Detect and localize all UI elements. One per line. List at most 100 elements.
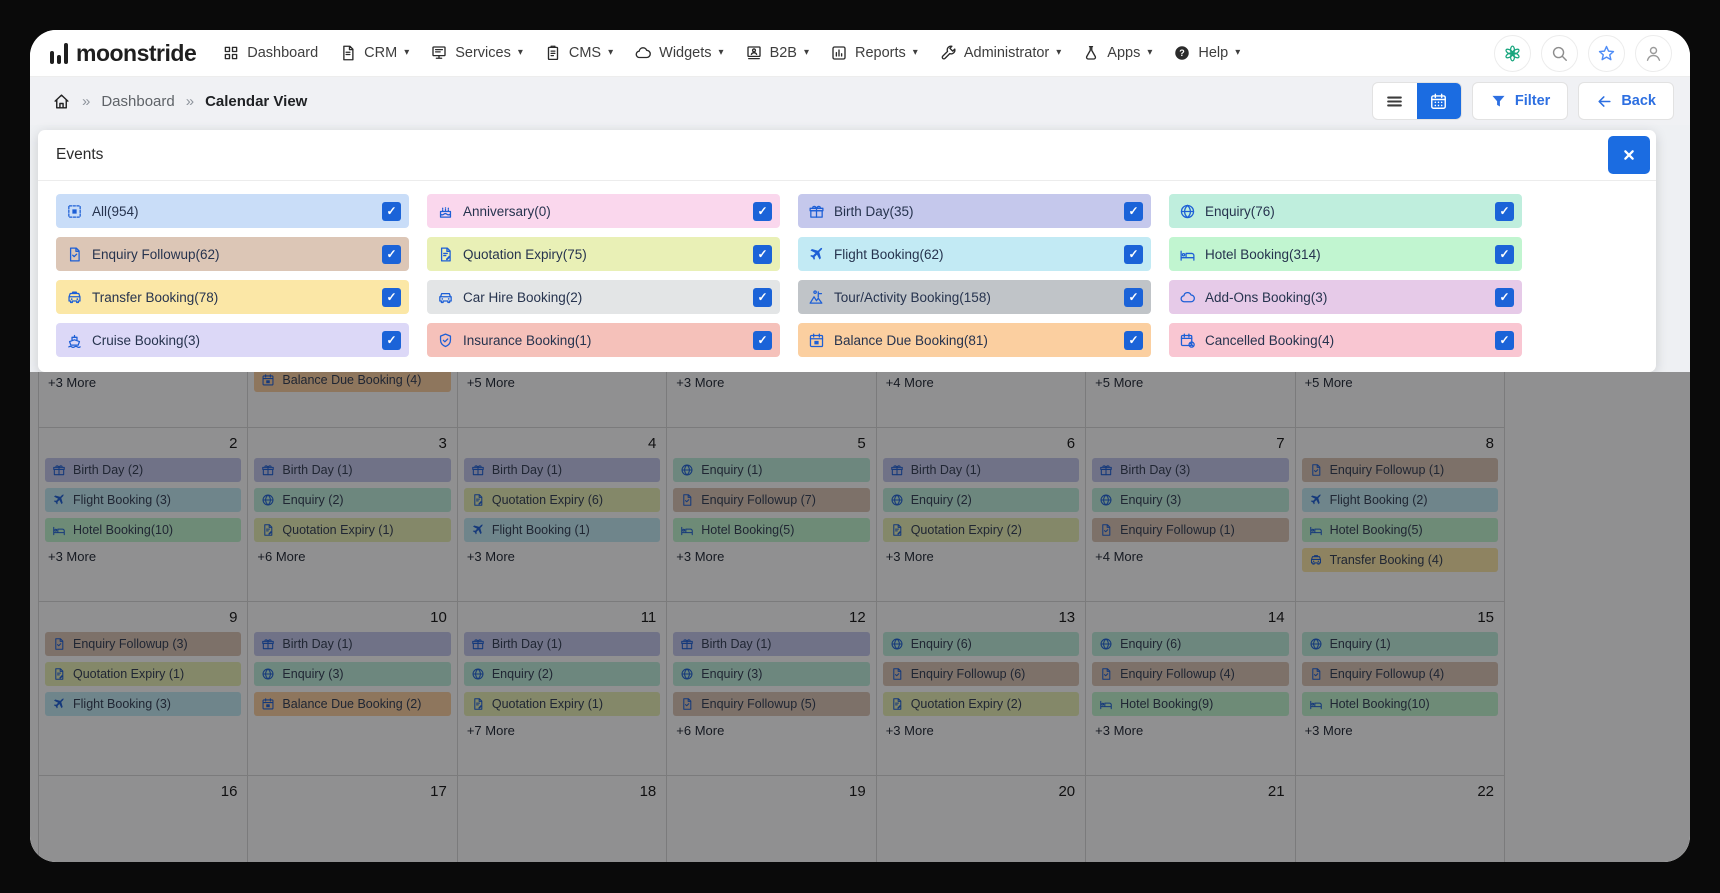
event-filter-insurance-booking-1[interactable]: Insurance Booking(1) ✓ <box>427 323 780 357</box>
taxi-icon <box>66 289 83 306</box>
calendar-section: +3 More Balance Due Booking (4) +5 More +3 … <box>30 372 1690 862</box>
event-filter-add-ons-booking-3[interactable]: Add-Ons Booking(3) ✓ <box>1169 280 1522 314</box>
checkbox-checked[interactable]: ✓ <box>1124 330 1143 350</box>
id-card-icon <box>745 44 763 62</box>
event-filter-all-954[interactable]: All(954) ✓ <box>56 194 409 228</box>
events-panel-title: Events <box>56 146 104 163</box>
nav-item-label: Services <box>455 45 511 61</box>
bar-chart-icon <box>830 44 848 62</box>
app-window: moonstride Dashboard CRM ▾ Services ▾ CMS ▾ Wid… <box>30 30 1690 862</box>
checkbox-checked[interactable]: ✓ <box>753 201 772 221</box>
nav-item-b2b[interactable]: B2B ▾ <box>745 44 809 62</box>
chevron-down-icon: ▾ <box>517 47 523 58</box>
event-filter-car-hire-booking-2[interactable]: Car Hire Booking(2) ✓ <box>427 280 780 314</box>
checkbox-checked[interactable]: ✓ <box>1124 201 1143 221</box>
cake-icon <box>437 203 454 220</box>
document-icon <box>339 44 357 62</box>
event-filter-transfer-booking-78[interactable]: Transfer Booking(78) ✓ <box>56 280 409 314</box>
nav-item-label: Widgets <box>659 45 712 61</box>
view-toolbar: Filter Back <box>1371 82 1674 120</box>
plane-icon <box>808 246 825 263</box>
event-filter-cancelled-booking-4[interactable]: Cancelled Booking(4) ✓ <box>1169 323 1522 357</box>
event-filter-flight-booking-62[interactable]: Flight Booking(62) ✓ <box>798 237 1151 271</box>
star-button[interactable] <box>1588 34 1625 72</box>
flask-icon <box>1082 44 1100 62</box>
nav-item-help[interactable]: Help ▾ <box>1173 44 1240 62</box>
checkbox-checked[interactable]: ✓ <box>1495 244 1514 264</box>
filter-button[interactable]: Filter <box>1471 82 1569 120</box>
breadcrumb-bar: » Dashboard » Calendar View Filter Back <box>30 77 1690 125</box>
breadcrumb-calendar-view: Calendar View <box>205 92 308 110</box>
checkbox-checked[interactable]: ✓ <box>382 330 401 350</box>
checkbox-checked[interactable]: ✓ <box>1124 244 1143 264</box>
search-button[interactable] <box>1541 34 1578 72</box>
gift-icon <box>808 203 825 220</box>
chevron-down-icon: ▾ <box>1147 47 1153 58</box>
checkbox-checked[interactable]: ✓ <box>753 330 772 350</box>
event-filter-anniversary-0[interactable]: Anniversary(0) ✓ <box>427 194 780 228</box>
chevron-down-icon: ▾ <box>803 47 810 58</box>
home-icon[interactable] <box>52 92 71 111</box>
checkbox-checked[interactable]: ✓ <box>1124 287 1143 307</box>
checkbox-checked[interactable]: ✓ <box>753 287 772 307</box>
chevron-down-icon: ▾ <box>718 47 724 58</box>
nav-item-administrator[interactable]: Administrator ▾ <box>939 44 1061 62</box>
nav-item-cms[interactable]: CMS ▾ <box>544 44 613 62</box>
close-events-button[interactable] <box>1608 136 1650 174</box>
calendar-view-button[interactable] <box>1416 83 1461 119</box>
checkbox-checked[interactable]: ✓ <box>1495 330 1514 350</box>
event-filter-tour-activity-booking-158[interactable]: Tour/Activity Booking(158) ✓ <box>798 280 1151 314</box>
bed-icon <box>1179 246 1196 263</box>
nav-item-services[interactable]: Services ▾ <box>430 44 523 62</box>
hiking-icon <box>808 289 825 306</box>
checkbox-checked[interactable]: ✓ <box>1495 201 1514 221</box>
nav-item-dashboard[interactable]: Dashboard <box>222 44 318 62</box>
chatgpt-button[interactable] <box>1494 34 1531 72</box>
back-button-label: Back <box>1621 93 1656 109</box>
filter-button-label: Filter <box>1514 93 1551 109</box>
event-filter-balance-due-booking-81[interactable]: Balance Due Booking(81) ✓ <box>798 323 1151 357</box>
event-filter-enquiry-76[interactable]: Enquiry(76) ✓ <box>1169 194 1522 228</box>
event-filter-quotation-expiry-75[interactable]: Quotation Expiry(75) ✓ <box>427 237 780 271</box>
calendar-square-icon <box>808 332 825 349</box>
top-navbar: moonstride Dashboard CRM ▾ Services ▾ CMS ▾ Wid… <box>30 30 1690 77</box>
chevron-down-icon: ▾ <box>404 47 410 58</box>
event-filter-enquiry-followup-62[interactable]: Enquiry Followup(62) ✓ <box>56 237 409 271</box>
nav-item-label: Dashboard <box>247 45 319 61</box>
event-filter-label: Flight Booking(62) <box>834 246 944 262</box>
event-filter-hotel-booking-314[interactable]: Hotel Booking(314) ✓ <box>1169 237 1522 271</box>
chevron-down-icon: ▾ <box>1235 47 1241 58</box>
event-filter-label: Birth Day(35) <box>834 203 914 219</box>
list-view-button[interactable] <box>1373 83 1417 119</box>
nav-item-reports[interactable]: Reports ▾ <box>830 44 918 62</box>
event-filter-cruise-booking-3[interactable]: Cruise Booking(3) ✓ <box>56 323 409 357</box>
nav-item-label: Administrator <box>963 45 1050 61</box>
event-filter-label: Transfer Booking(78) <box>92 289 219 305</box>
event-filter-birth-day-35[interactable]: Birth Day(35) ✓ <box>798 194 1151 228</box>
breadcrumb-separator: » <box>185 92 195 110</box>
event-filter-label: Anniversary(0) <box>463 203 551 219</box>
document-check-icon <box>66 246 83 263</box>
event-filter-label: Tour/Activity Booking(158) <box>834 289 991 305</box>
nav-item-label: CRM <box>364 45 398 61</box>
event-filter-label: Insurance Booking(1) <box>463 332 592 348</box>
checkbox-checked[interactable]: ✓ <box>1495 287 1514 307</box>
globe-icon <box>1179 203 1196 220</box>
user-button[interactable] <box>1635 34 1672 72</box>
checkbox-checked[interactable]: ✓ <box>382 244 401 264</box>
checkbox-checked[interactable]: ✓ <box>382 287 401 307</box>
nav-item-crm[interactable]: CRM ▾ <box>339 44 409 62</box>
nav-right-icons <box>1494 34 1672 72</box>
logo-bars-icon <box>50 42 68 65</box>
checkbox-checked[interactable]: ✓ <box>382 201 401 221</box>
event-filter-label: Enquiry(76) <box>1205 203 1275 219</box>
star-icon <box>1597 44 1616 63</box>
back-button[interactable]: Back <box>1578 82 1674 120</box>
event-filter-label: Balance Due Booking(81) <box>834 332 988 348</box>
event-filter-label: All(954) <box>92 203 139 219</box>
nav-item-widgets[interactable]: Widgets ▾ <box>634 44 724 62</box>
nav-item-apps[interactable]: Apps ▾ <box>1082 44 1152 62</box>
breadcrumb-dashboard[interactable]: Dashboard <box>101 93 174 110</box>
moonstride-logo[interactable]: moonstride <box>50 41 197 65</box>
checkbox-checked[interactable]: ✓ <box>753 244 772 264</box>
